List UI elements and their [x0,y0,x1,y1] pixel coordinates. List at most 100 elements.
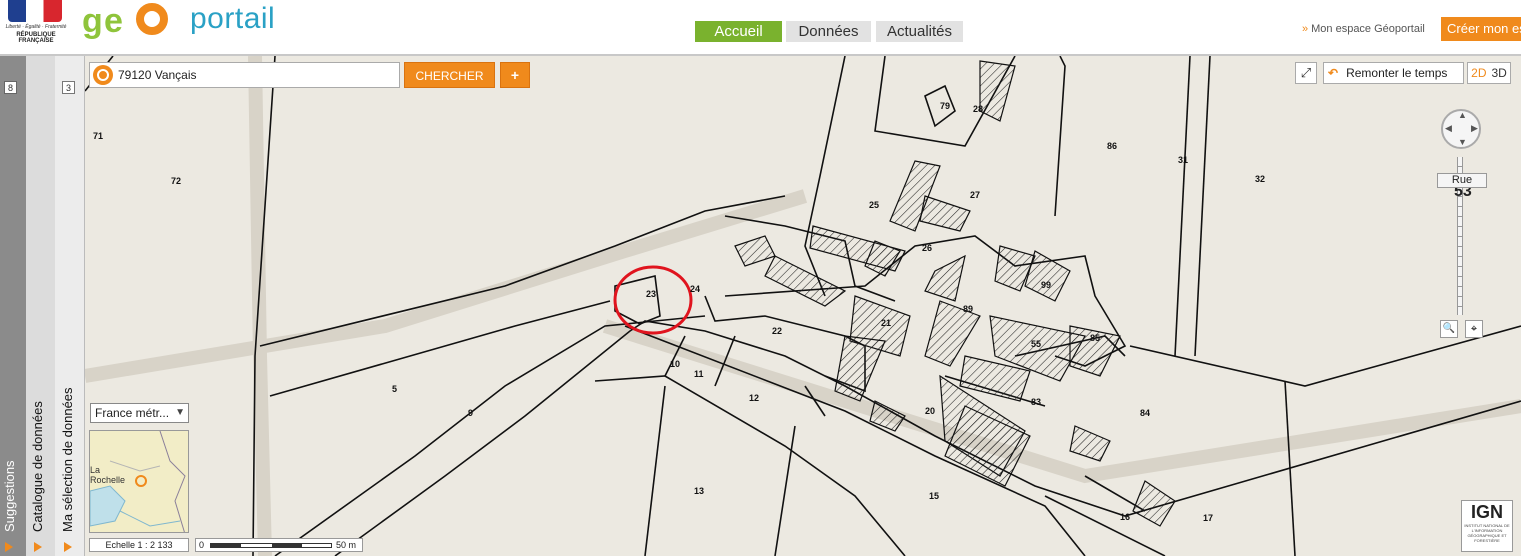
ign-subtitle: INSTITUT NATIONAL DE L'INFORMATION GÉOGR… [1464,523,1510,543]
parcel-label[interactable]: 85 [1090,333,1100,343]
parcel-label[interactable]: 20 [925,406,935,416]
parcel-label-highlighted[interactable]: 23 [646,289,656,299]
suggestions-count-badge: 8 [4,81,17,94]
scale-bar: 0 50 m [195,538,363,552]
pan-control[interactable]: ▲ ▼ ◀ ▶ [1441,109,1481,149]
cadastral-map [85,56,1521,556]
parcel-label[interactable]: 32 [1255,174,1265,184]
pan-up-icon[interactable]: ▲ [1458,110,1467,120]
parcel-label[interactable]: 84 [1140,408,1150,418]
parcel-label[interactable]: 15 [929,491,939,501]
logo-letter-g: g [82,2,103,40]
logo-portail-text: portail [190,2,276,35]
geoportail-logo[interactable]: g e portail [82,0,302,44]
ign-logo[interactable]: IGN INSTITUT NATIONAL DE L'INFORMATION G… [1461,500,1513,552]
overview-city-label: Rochelle [90,475,126,485]
parcel-label[interactable]: 86 [1107,141,1117,151]
projection-value: France métr... [95,406,170,420]
my-space-label: Mon espace Géoportail [1311,23,1425,35]
parcel-label[interactable]: 27 [970,190,980,200]
search-input[interactable] [118,65,394,85]
parcel-label[interactable]: 83 [1031,397,1041,407]
map-viewport[interactable]: 71 72 79 28 86 31 32 25 27 26 23 24 99 2… [85,56,1521,556]
marianne-flag-icon [8,0,62,22]
fullscreen-icon[interactable]: ⤢ [1295,62,1317,84]
create-account-button[interactable]: Créer mon es [1441,17,1521,41]
nav-accueil[interactable]: Accueil [695,21,782,42]
scale-end-label: 50 m [336,540,357,550]
advanced-search-button[interactable]: + [500,62,530,88]
parcel-label[interactable]: 22 [772,326,782,336]
nav-actualites[interactable]: Actualités [876,21,963,42]
parcel-boundaries [85,56,1521,556]
time-travel-label: Remonter le temps [1346,66,1448,80]
my-space-link[interactable]: » Mon espace Géoportail [1302,23,1425,35]
scale-ratio: Echelle 1 : 2 133 [89,538,189,552]
expand-arrow-icon[interactable] [5,542,13,552]
projection-select[interactable]: France métr... ▼ [90,403,189,423]
search-button[interactable]: CHERCHER [404,62,495,88]
parcel-label[interactable]: 9 [468,408,473,418]
catalogue-panel-tab[interactable]: Catalogue de données [26,56,55,556]
ign-name: IGN [1470,502,1503,522]
locate-icon[interactable]: ⌖ [1465,320,1483,338]
selection-label: Ma sélection de données [60,387,75,532]
header: Liberté · Égalité · Fraternité RÉPUBLIQU… [0,0,1521,56]
mode-2d[interactable]: 2D [1471,66,1486,80]
suggestions-panel-tab[interactable]: 8 Suggestions [0,56,26,556]
overview-position-marker-icon [135,475,147,487]
pan-right-icon[interactable]: ▶ [1471,123,1478,134]
pan-left-icon[interactable]: ◀ [1445,123,1452,134]
search-icon[interactable] [93,65,113,85]
expand-arrow-icon[interactable] [34,542,42,552]
undo-arrow-icon: ↶ [1328,66,1339,80]
parcel-label[interactable]: 55 [1031,339,1041,349]
buildings [734,60,1176,527]
expand-arrow-icon[interactable] [64,542,72,552]
catalogue-label: Catalogue de données [30,401,45,532]
scale-ratio-label: Echelle 1 : [105,540,148,550]
parcel-label[interactable]: 12 [749,393,759,403]
parcel-label[interactable]: 72 [171,176,181,186]
pan-down-icon[interactable]: ▼ [1458,137,1467,147]
logo-letter-e: e [104,2,123,40]
overview-map[interactable]: La Rochelle [89,430,189,533]
gov-name: RÉPUBLIQUE FRANÇAISE [16,32,56,44]
parcel-label[interactable]: 11 [694,369,704,379]
suggestions-label: Suggestions [2,460,17,532]
parcel-label[interactable]: 26 [922,243,932,253]
parcel-label[interactable]: 5 [392,384,397,394]
parcel-label[interactable]: 13 [694,486,704,496]
nav-donnees[interactable]: Données [786,21,871,42]
parcel-label[interactable]: 17 [1203,513,1213,523]
gov-motto: Liberté · Égalité · Fraternité [5,24,67,30]
scale-bar-graphic [210,543,332,548]
mode-3d[interactable]: 3D [1492,66,1507,80]
parcel-label[interactable]: 28 [973,104,983,114]
logo-o-ring-icon [136,3,168,35]
parcel-label[interactable]: 99 [1041,280,1051,290]
selection-count-badge: 3 [62,81,75,94]
parcel-label[interactable]: 10 [670,359,680,369]
search-bar [89,62,400,88]
view-mode-toggle[interactable]: 2D 3D [1467,62,1511,84]
chevron-down-icon: ▼ [175,407,185,418]
parcel-label[interactable]: 89 [963,304,973,314]
time-travel-button[interactable]: ↶ Remonter le temps [1323,62,1464,84]
parcel-label[interactable]: 79 [940,101,950,111]
chevron-right-icon: » [1302,23,1309,35]
road-network [85,56,1521,556]
selection-panel-tab[interactable]: 3 Ma sélection de données [55,56,85,556]
parcel-label[interactable]: 16 [1120,512,1130,522]
zoom-box-icon[interactable]: 🔍 [1440,320,1458,338]
parcel-label[interactable]: 25 [869,200,879,210]
parcel-label[interactable]: 24 [690,284,700,294]
republique-francaise-logo[interactable]: Liberté · Égalité · Fraternité RÉPUBLIQU… [0,0,72,44]
parcel-label[interactable]: 71 [93,131,103,141]
scale-start-label: 0 [199,540,205,550]
overview-city-label: La [90,465,101,475]
parcel-label[interactable]: 31 [1178,155,1188,165]
scale-ratio-value: 2 133 [150,540,173,550]
zoom-level-label[interactable]: Rue [1437,173,1487,188]
parcel-label[interactable]: 21 [881,318,891,328]
